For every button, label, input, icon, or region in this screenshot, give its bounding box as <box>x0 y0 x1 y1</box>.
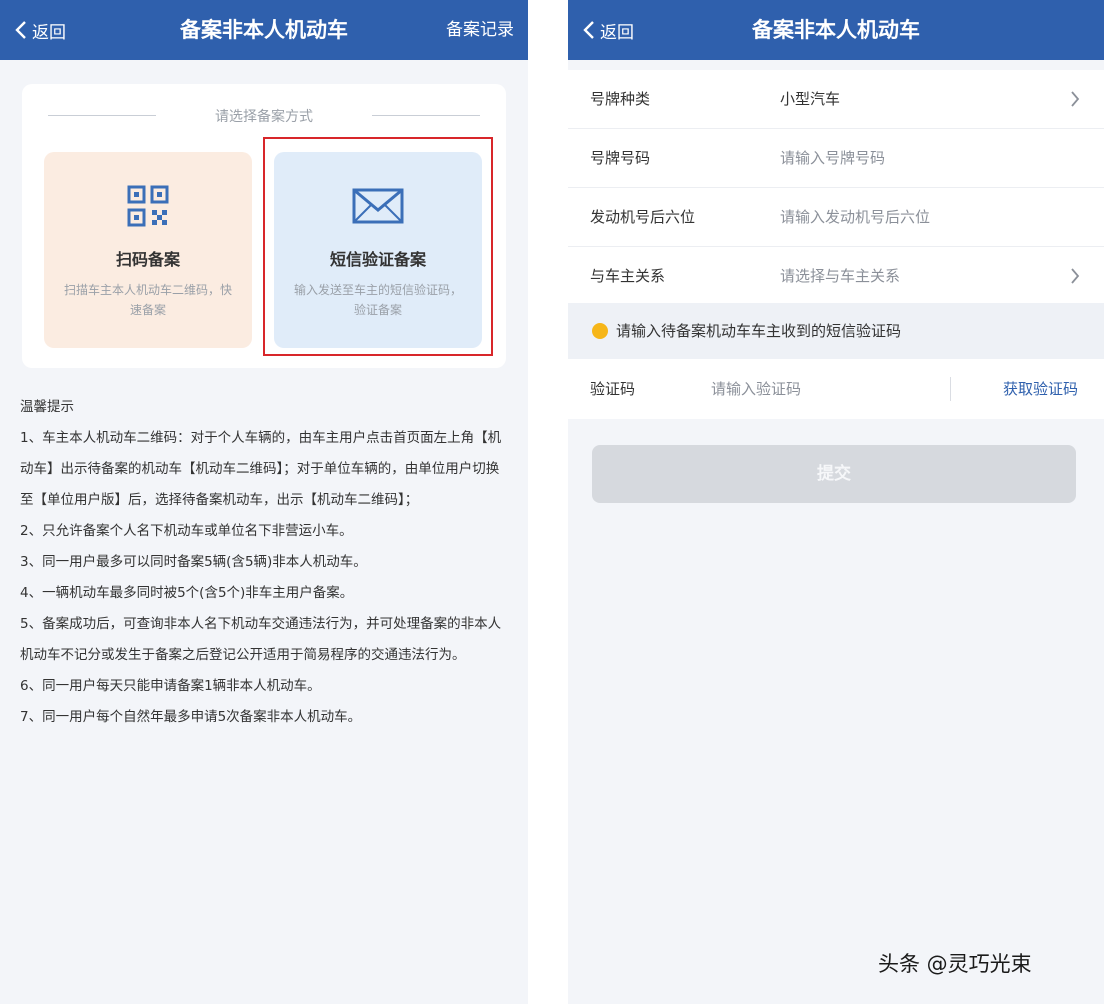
plate-number-input[interactable]: 请输入号牌号码 <box>780 129 885 187</box>
plate-type-value: 小型汽车 <box>780 90 841 108</box>
card-title: 请选择备案方式 <box>215 109 313 125</box>
relation-select[interactable]: 请选择与车主关系 <box>780 247 900 305</box>
chevron-right-icon <box>1071 91 1080 107</box>
verify-divider <box>950 377 951 401</box>
scan-option-label: 扫码备案 <box>115 250 180 269</box>
scan-option-desc: 扫描车主本人机动车二维码，快速备案 <box>63 283 232 317</box>
verify-code-row: 验证码 请输入验证码 获取验证码 <box>568 359 1104 419</box>
verify-code-input[interactable]: 请输入验证码 <box>711 359 801 419</box>
tip-item: 5、备案成功后，可查询非本人名下机动车交通违法行为，并可处理备案的非本人机动车不… <box>20 616 502 663</box>
relation-row[interactable]: 与车主关系 请选择与车主关系 <box>568 247 1104 305</box>
relation-label: 与车主关系 <box>590 267 666 285</box>
left-back-button[interactable]: 返回 <box>14 0 66 60</box>
notice-text: 请输入待备案机动车车主收到的短信验证码 <box>616 322 902 340</box>
left-screen: 返回 备案非本人机动车 备案记录 请选择备案方式 扫码备案 扫描车主本人机动车二… <box>0 0 528 1004</box>
plate-number-row[interactable]: 号牌号码 请输入号牌号码 <box>568 129 1104 188</box>
vehicle-form: 号牌种类 小型汽车 号牌号码 请输入号牌号码 发动机号后六位 请输入发动机号后六… <box>568 70 1104 305</box>
chevron-right-icon <box>1071 268 1080 284</box>
watermark: 头条 @灵巧光束 <box>878 952 1032 976</box>
tip-item: 2、只允许备案个人名下机动车或单位名下非营运小车。 <box>20 523 353 539</box>
records-link[interactable]: 备案记录 <box>446 0 514 60</box>
left-header: 返回 备案非本人机动车 备案记录 <box>0 0 528 60</box>
right-back-button[interactable]: 返回 <box>582 0 634 60</box>
chevron-left-icon <box>15 21 26 39</box>
engine-number-row[interactable]: 发动机号后六位 请输入发动机号后六位 <box>568 188 1104 247</box>
left-back-label: 返回 <box>32 22 66 43</box>
tip-item: 6、同一用户每天只能申请备案1辆非本人机动车。 <box>20 678 321 694</box>
scan-option-button[interactable]: 扫码备案 扫描车主本人机动车二维码，快速备案 <box>44 152 252 348</box>
plate-type-row[interactable]: 号牌种类 小型汽车 <box>568 70 1104 129</box>
submit-button[interactable]: 提交 <box>592 445 1076 503</box>
tips-section: 温馨提示 1、车主本人机动车二维码：对于个人车辆的，由车主用户点击首页面左上角【… <box>20 392 512 733</box>
engine-number-label: 发动机号后六位 <box>590 208 696 226</box>
chevron-left-icon <box>583 21 594 39</box>
tips-title: 温馨提示 <box>20 399 74 415</box>
tip-item: 3、同一用户最多可以同时备案5辆(含5辆)非本人机动车。 <box>20 554 367 570</box>
info-dot-icon <box>592 323 608 339</box>
get-code-button[interactable]: 获取验证码 <box>1003 359 1078 419</box>
highlight-frame <box>263 137 493 356</box>
tip-item: 4、一辆机动车最多同时被5个(含5个)非车主用户备案。 <box>20 585 354 601</box>
engine-number-input[interactable]: 请输入发动机号后六位 <box>780 188 930 246</box>
sms-notice: 请输入待备案机动车车主收到的短信验证码 <box>568 303 1104 359</box>
verify-code-label: 验证码 <box>590 380 636 398</box>
plate-type-label: 号牌种类 <box>590 90 651 108</box>
tip-item: 1、车主本人机动车二维码：对于个人车辆的，由车主用户点击首页面左上角【机动车】出… <box>20 430 502 508</box>
right-back-label: 返回 <box>600 22 634 43</box>
plate-number-label: 号牌号码 <box>590 149 651 167</box>
tip-item: 7、同一用户每个自然年最多申请5次备案非本人机动车。 <box>20 709 362 725</box>
right-header: 返回 备案非本人机动车 <box>568 0 1104 60</box>
right-screen: 返回 备案非本人机动车 号牌种类 小型汽车 号牌号码 请输入号牌号码 发动机号后… <box>568 0 1104 1004</box>
qr-code-icon <box>44 184 252 228</box>
right-page-title: 备案非本人机动车 <box>752 18 920 42</box>
card-divider-right <box>372 115 480 116</box>
